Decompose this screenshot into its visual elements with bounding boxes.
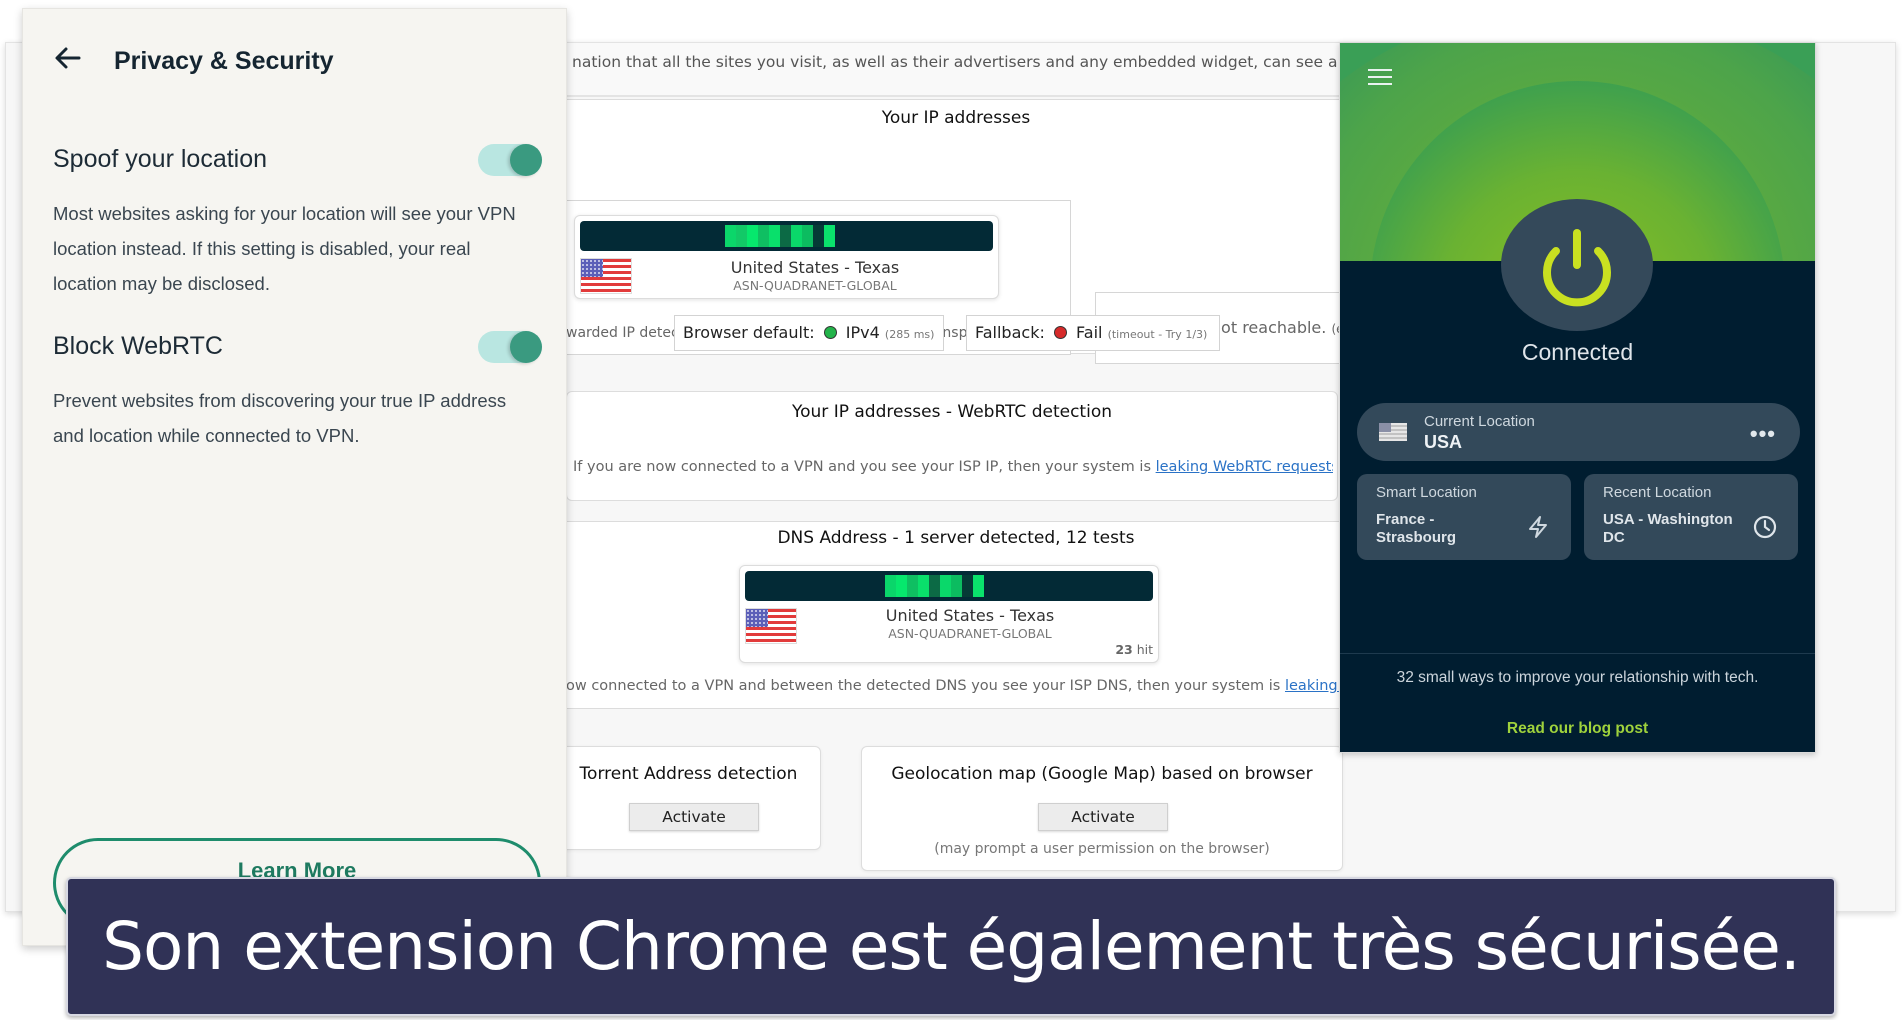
ipv4-asn: ASN-QUADRANET-GLOBAL — [733, 278, 897, 293]
toggle-knob — [510, 144, 542, 176]
status-dot-fail-icon — [1053, 326, 1067, 339]
recent-location-label: Recent Location — [1603, 484, 1712, 501]
fallback-detail: (timeout - Try 1/3) — [1107, 328, 1208, 341]
dns-hits-label: hit — [1136, 642, 1153, 657]
dns-note-text: ow connected to a VPN and between the de… — [566, 678, 1285, 694]
recent-location-value: USA - Washington DC — [1603, 511, 1733, 546]
setting-description-block-webrtc: Prevent websites from discovering your t… — [53, 390, 507, 446]
intro-text: nation that all the sites you visit, as … — [566, 43, 1346, 97]
geolocation-card-title: Geolocation map (Google Map) based on br… — [891, 764, 1313, 784]
dns-hits-count: 23 — [1115, 642, 1133, 657]
torrent-activate-button[interactable]: Activate — [629, 803, 759, 831]
recent-location-card[interactable]: Recent Location USA - Washington DC — [1584, 474, 1798, 560]
webrtc-note-text: If you are now connected to a VPN and yo… — [573, 459, 1156, 475]
dns-card: United States - Texas ASN-QUADRANET-GLOB… — [739, 565, 1159, 663]
webrtc-note: If you are now connected to a VPN and yo… — [573, 459, 1333, 475]
hamburger-menu-icon[interactable] — [1368, 69, 1392, 87]
dns-asn: ASN-QUADRANET-GLOBAL — [888, 626, 1052, 641]
back-button[interactable] — [53, 43, 83, 73]
browser-default-badge: Browser default: IPv4 (285 ms) — [674, 315, 944, 351]
setting-label-spoof-location: Spoof your location — [53, 145, 268, 173]
us-flag-icon — [580, 258, 632, 294]
toggle-knob — [510, 331, 542, 363]
ipv4-card: United States - Texas ASN-QUADRANET-GLOB… — [574, 215, 999, 299]
current-location-selector[interactable]: Current Location USA ••• — [1357, 403, 1800, 461]
read-blog-post-link[interactable]: Read our blog post — [1340, 720, 1815, 738]
more-options-icon[interactable]: ••• — [1750, 421, 1776, 447]
dns-section-title: DNS Address - 1 server detected, 12 test… — [777, 528, 1135, 548]
dns-section: DNS Address - 1 server detected, 12 test… — [566, 521, 1346, 709]
webrtc-section-title: Your IP addresses - WebRTC detection — [792, 402, 1112, 422]
ipv4-location: United States - Texas — [730, 258, 900, 277]
current-location-value: USA — [1424, 432, 1463, 452]
torrent-detection-card: Torrent Address detection Activate — [556, 746, 821, 850]
spoof-location-toggle[interactable] — [478, 144, 542, 176]
lightning-icon — [1529, 516, 1547, 538]
setting-description-spoof-location: Most websites asking for your location w… — [53, 203, 516, 294]
connection-status: Connected — [1521, 339, 1634, 365]
current-location-label: Current Location — [1424, 413, 1535, 430]
fallback-label: Fallback: — [975, 323, 1045, 342]
geolocation-activate-button[interactable]: Activate — [1038, 803, 1168, 831]
smart-location-value: France - Strasbourg — [1376, 511, 1457, 546]
geolocation-card-subtitle: (may prompt a user permission on the bro… — [934, 841, 1270, 857]
dns-location: United States - Texas — [885, 606, 1055, 625]
fallback-badge: Fallback: Fail (timeout - Try 1/3) — [966, 315, 1220, 351]
geolocation-map-card: Geolocation map (Google Map) based on br… — [861, 746, 1343, 871]
dns-note: ow connected to a VPN and between the de… — [566, 678, 1346, 694]
caption-banner: Son extension Chrome est également très … — [66, 877, 1836, 1016]
us-flag-icon — [745, 608, 797, 644]
torrent-card-title: Torrent Address detection — [579, 764, 798, 784]
smart-location-label: Smart Location — [1376, 484, 1477, 501]
clock-icon — [1753, 515, 1777, 539]
browser-default-value: IPv4 — [845, 323, 880, 342]
panel-title: Privacy & Security — [114, 47, 334, 75]
ip-address-redacted — [580, 221, 993, 251]
leaking-dns-link[interactable]: leaking DNS — [1285, 678, 1346, 694]
page-content-column: nation that all the sites you visit, as … — [556, 43, 1355, 911]
ip-section-title: Your IP addresses — [881, 108, 1031, 128]
vpn-app-window: Connected Current Location USA ••• Smart… — [1339, 42, 1816, 753]
dns-hits: 23 hit — [1115, 642, 1153, 657]
divider — [1340, 653, 1815, 654]
dns-address-redacted — [745, 571, 1153, 601]
webrtc-section: Your IP addresses - WebRTC detection If … — [566, 391, 1338, 501]
us-flag-icon — [1379, 423, 1407, 441]
leaking-webrtc-link[interactable]: leaking WebRTC requests — [1156, 459, 1333, 475]
block-webrtc-toggle[interactable] — [478, 331, 542, 363]
extension-privacy-panel: Privacy & Security Spoof your location M… — [22, 8, 567, 946]
power-button[interactable] — [1501, 199, 1653, 331]
blog-teaser-text: 32 small ways to improve your relationsh… — [1396, 669, 1759, 686]
arrow-left-icon — [55, 47, 81, 69]
smart-location-card[interactable]: Smart Location France - Strasbourg — [1357, 474, 1571, 560]
status-dot-ok-icon — [823, 326, 837, 339]
browser-default-label: Browser default: — [683, 323, 815, 342]
power-icon — [1543, 229, 1611, 307]
setting-label-block-webrtc: Block WebRTC — [53, 332, 223, 360]
fallback-value: Fail — [1076, 323, 1103, 342]
browser-default-detail: (285 ms) — [884, 328, 935, 341]
